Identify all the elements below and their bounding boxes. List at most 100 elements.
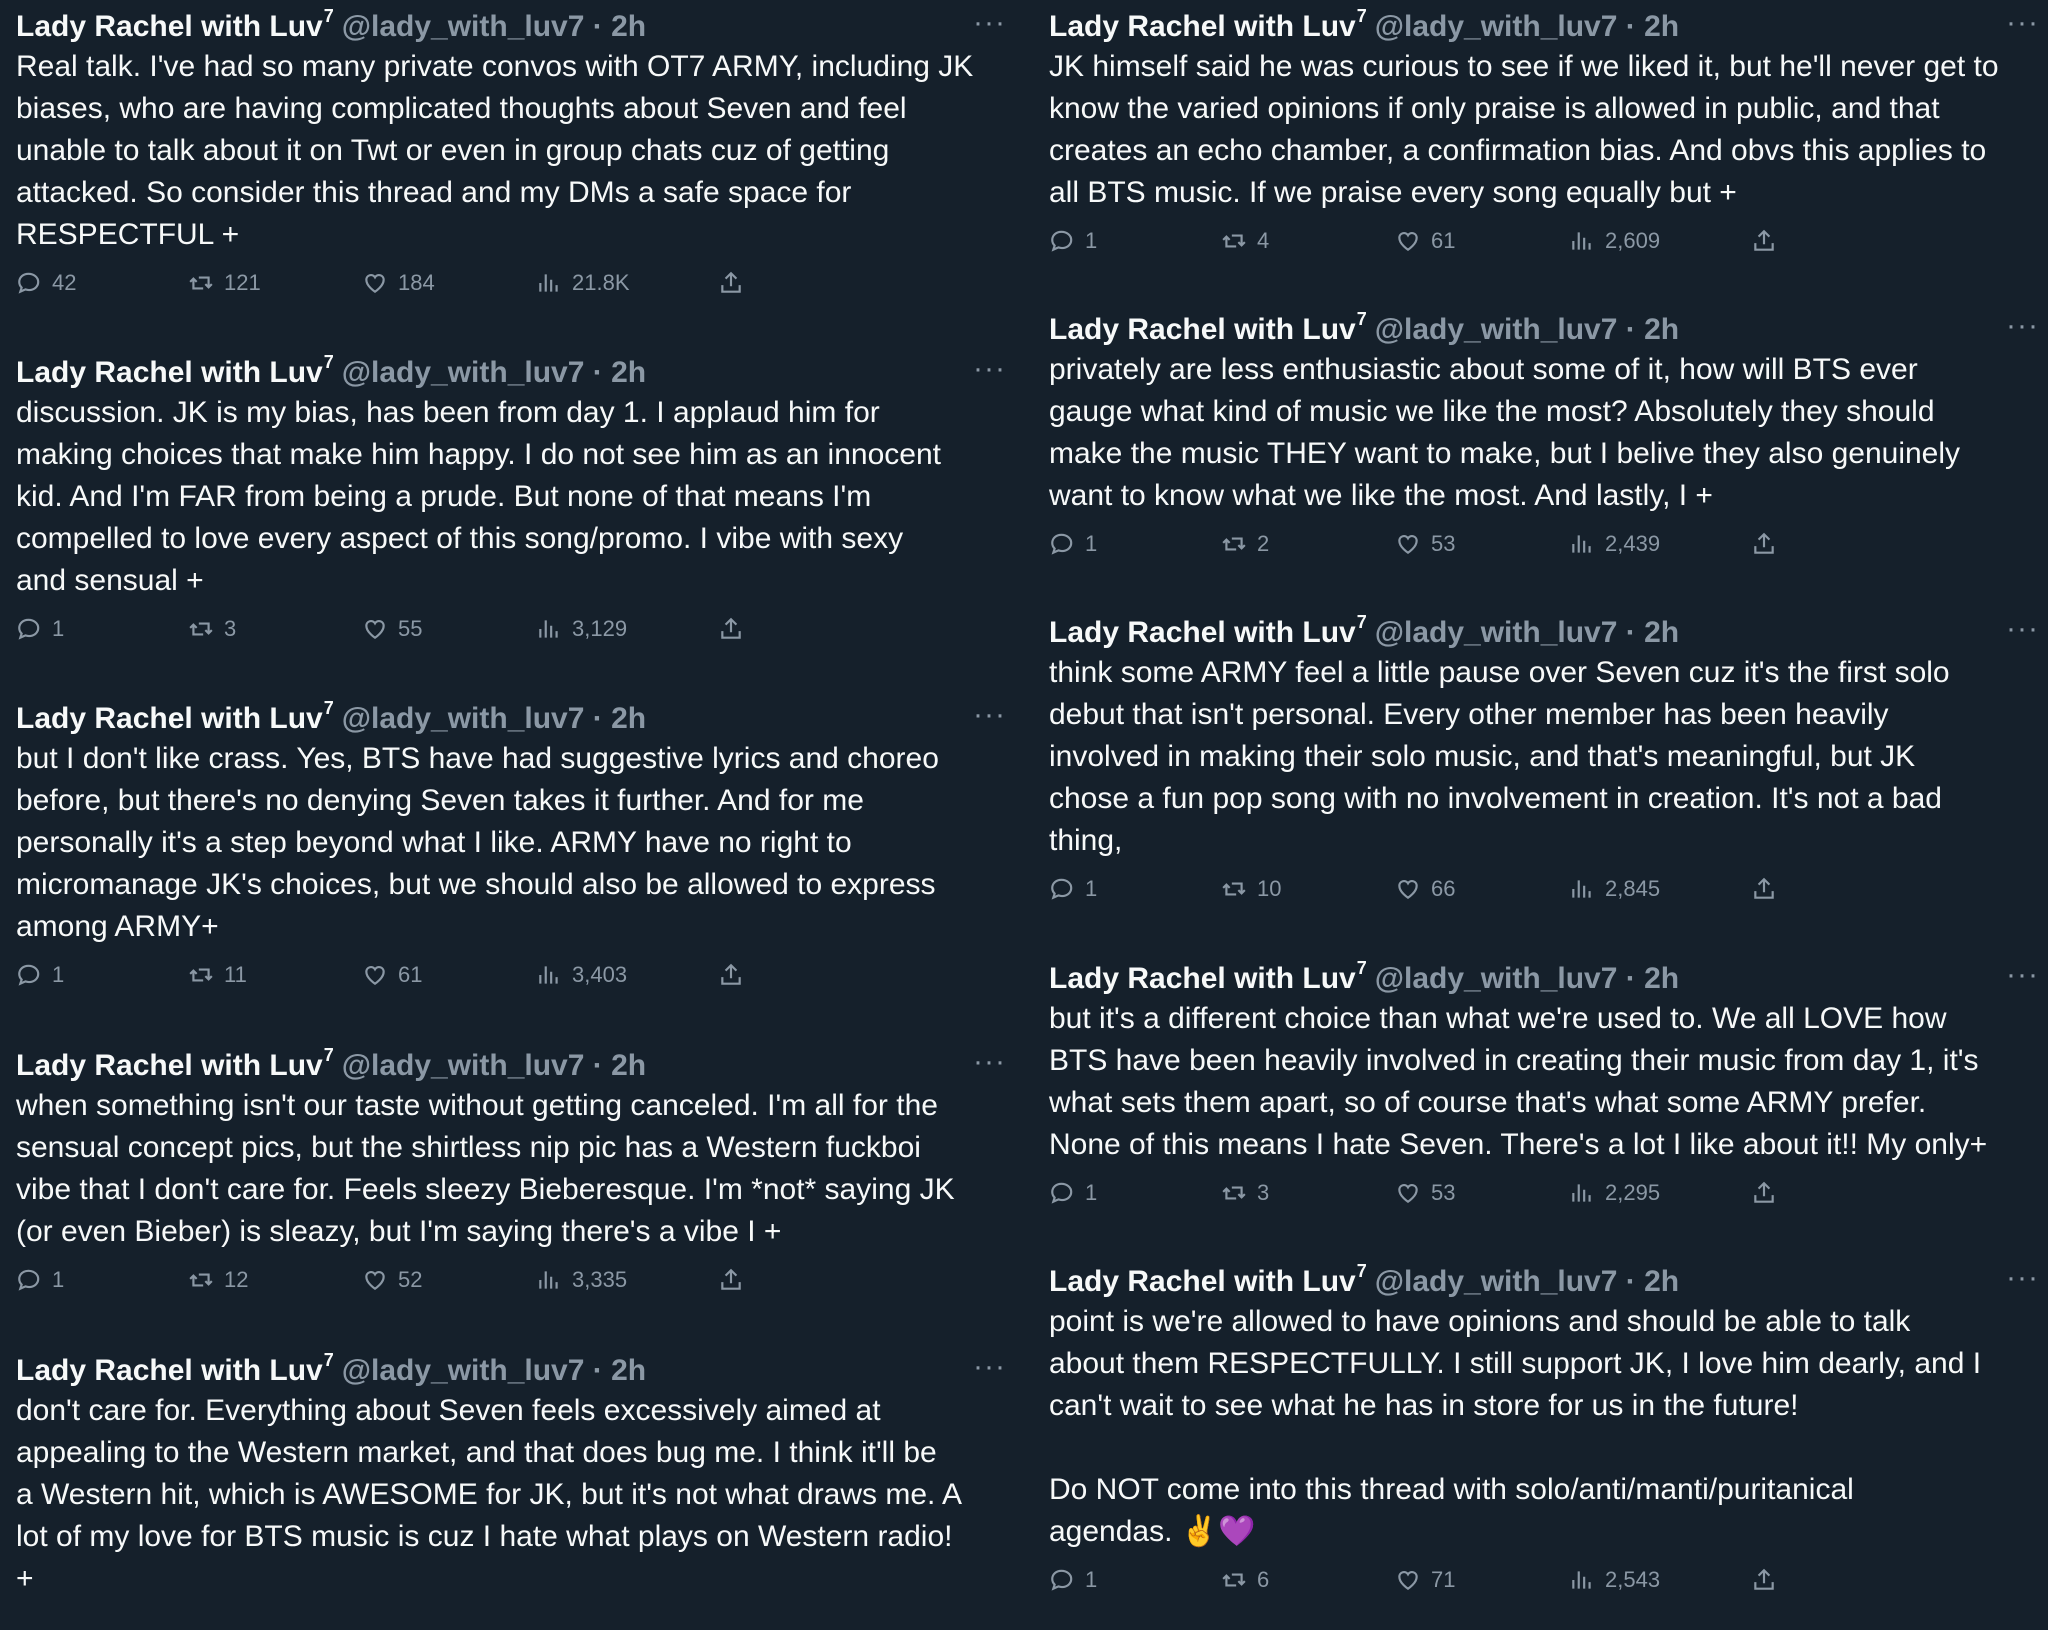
like-button[interactable]: 53 — [1395, 531, 1455, 557]
views-button[interactable]: 3,335 — [536, 1267, 627, 1293]
views-button[interactable]: 2,543 — [1569, 1567, 1660, 1593]
share-button[interactable] — [1751, 1180, 1787, 1206]
like-button[interactable]: 71 — [1395, 1567, 1455, 1593]
share-button[interactable] — [718, 1267, 754, 1293]
tweet[interactable]: Lady Rachel with Luv7 @lady_with_luv7 · 2… — [1049, 303, 2039, 571]
share-button[interactable] — [1751, 531, 1787, 557]
reply-button[interactable]: 42 — [16, 270, 76, 296]
retweet-button[interactable]: 12 — [188, 1267, 248, 1293]
reply-button[interactable]: 1 — [16, 962, 64, 988]
author-name[interactable]: Lady Rachel with Luv7 @lady_with_luv7 · 2… — [1049, 958, 1679, 996]
timestamp[interactable]: 2h — [611, 1049, 646, 1082]
more-options-icon[interactable]: ··· — [973, 1045, 1006, 1079]
like-button[interactable]: 61 — [1395, 228, 1455, 254]
timestamp[interactable]: 2h — [1644, 313, 1679, 346]
views-button[interactable]: 2,609 — [1569, 228, 1660, 254]
timestamp[interactable]: 2h — [1644, 1265, 1679, 1298]
reply-button[interactable]: 1 — [1049, 1180, 1097, 1206]
heart-icon — [1398, 1571, 1418, 1590]
tweet[interactable]: Lady Rachel with Luv7 @lady_with_luv7 · 2… — [16, 692, 1006, 1002]
author-handle[interactable]: @lady_with_luv7 · 2h — [1375, 1265, 1679, 1298]
reply-button[interactable]: 1 — [16, 616, 64, 642]
author-name[interactable]: Lady Rachel with Luv7 @lady_with_luv7 · 2… — [16, 698, 646, 736]
author-handle[interactable]: @lady_with_luv7 · 2h — [1375, 10, 1679, 43]
more-options-icon[interactable]: ··· — [973, 6, 1006, 40]
like-button[interactable]: 55 — [362, 616, 422, 642]
author-name[interactable]: Lady Rachel with Luv7 @lady_with_luv7 · 2… — [16, 1045, 646, 1083]
retweet-button[interactable]: 3 — [188, 616, 236, 642]
retweet-button[interactable]: 6 — [1221, 1567, 1269, 1593]
tweet[interactable]: Lady Rachel with Luv7 @lady_with_luv7 · 2… — [1049, 606, 2039, 916]
share-button[interactable] — [1751, 1567, 1787, 1593]
author-handle[interactable]: @lady_with_luv7 · 2h — [342, 1049, 646, 1082]
retweet-count: 12 — [224, 1267, 249, 1292]
like-button[interactable]: 66 — [1395, 876, 1455, 902]
more-options-icon[interactable]: ··· — [973, 352, 1006, 386]
author-name[interactable]: Lady Rachel with Luv7 @lady_with_luv7 · 2… — [1049, 612, 1679, 650]
tweet[interactable]: Lady Rachel with Luv7 @lady_with_luv7 · 2… — [1049, 952, 2039, 1220]
timestamp[interactable]: 2h — [611, 356, 646, 389]
author-handle[interactable]: @lady_with_luv7 · 2h — [1375, 313, 1679, 346]
share-button[interactable] — [718, 616, 754, 642]
reply-button[interactable]: 1 — [1049, 876, 1097, 902]
share-button[interactable] — [718, 270, 754, 296]
tweet[interactable]: Lady Rachel with Luv7 @lady_with_luv7 · 2… — [1049, 1255, 2039, 1607]
like-button[interactable]: 52 — [362, 1267, 422, 1293]
views-button[interactable]: 2,439 — [1569, 531, 1660, 557]
retweet-button[interactable]: 11 — [188, 962, 247, 988]
more-options-icon[interactable]: ··· — [2006, 309, 2039, 343]
author-name[interactable]: Lady Rachel with Luv7 @lady_with_luv7 · 2… — [1049, 1261, 1679, 1299]
retweet-button[interactable]: 2 — [1221, 531, 1269, 557]
timestamp[interactable]: 2h — [1644, 616, 1679, 649]
timestamp[interactable]: 2h — [611, 10, 646, 43]
author-handle[interactable]: @lady_with_luv7 · 2h — [1375, 962, 1679, 995]
retweet-button[interactable]: 10 — [1221, 876, 1281, 902]
views-button[interactable]: 21.8K — [536, 270, 630, 296]
tweet[interactable]: Lady Rachel with Luv7 @lady_with_luv7 · 2… — [16, 1039, 1006, 1307]
like-button[interactable]: 184 — [362, 270, 435, 296]
views-button[interactable]: 2,295 — [1569, 1180, 1660, 1206]
more-options-icon[interactable]: ··· — [973, 698, 1006, 732]
author-name[interactable]: Lady Rachel with Luv7 @lady_with_luv7 · 2… — [16, 6, 646, 44]
reply-button[interactable]: 1 — [1049, 1567, 1097, 1593]
views-button[interactable]: 3,403 — [536, 962, 627, 988]
more-options-icon[interactable]: ··· — [2006, 1261, 2039, 1295]
tweet[interactable]: Lady Rachel with Luv7 @lady_with_luv7 · 2… — [16, 0, 1006, 310]
author-handle[interactable]: @lady_with_luv7 · 2h — [1375, 616, 1679, 649]
author-name[interactable]: Lady Rachel with Luv7 @lady_with_luv7 · 2… — [1049, 309, 1679, 347]
author-name[interactable]: Lady Rachel with Luv7 @lady_with_luv7 · 2… — [16, 1350, 646, 1388]
tweet[interactable]: Lady Rachel with Luv7 @lady_with_luv7 · 2… — [16, 346, 1006, 656]
author-handle[interactable]: @lady_with_luv7 · 2h — [342, 702, 646, 735]
more-options-icon[interactable]: ··· — [2006, 958, 2039, 992]
timestamp[interactable]: 2h — [1644, 10, 1679, 43]
share-button[interactable] — [718, 962, 754, 988]
retweet-button[interactable]: 121 — [188, 270, 261, 296]
reply-button[interactable]: 1 — [1049, 531, 1097, 557]
retweet-button[interactable]: 3 — [1221, 1180, 1269, 1206]
timestamp[interactable]: 2h — [611, 1354, 646, 1387]
views-icon — [539, 1271, 558, 1289]
share-button[interactable] — [1751, 228, 1787, 254]
like-button[interactable]: 53 — [1395, 1180, 1455, 1206]
author-handle[interactable]: @lady_with_luv7 · 2h — [342, 356, 646, 389]
author-handle[interactable]: @lady_with_luv7 · 2h — [342, 1354, 646, 1387]
reply-button[interactable]: 1 — [1049, 228, 1097, 254]
author-name[interactable]: Lady Rachel with Luv7 @lady_with_luv7 · 2… — [1049, 6, 1679, 44]
tweet[interactable]: Lady Rachel with Luv7 @lady_with_luv7 · 2… — [16, 1344, 1006, 1600]
author-handle[interactable]: @lady_with_luv7 · 2h — [342, 10, 646, 43]
views-button[interactable]: 2,845 — [1569, 876, 1660, 902]
views-button[interactable]: 3,129 — [536, 616, 627, 642]
share-button[interactable] — [1751, 876, 1787, 902]
tweet[interactable]: Lady Rachel with Luv7 @lady_with_luv7 · 2… — [1049, 0, 2039, 268]
like-button[interactable]: 61 — [362, 962, 422, 988]
timestamp[interactable]: 2h — [611, 702, 646, 735]
more-options-icon[interactable]: ··· — [2006, 6, 2039, 40]
reply-button[interactable]: 1 — [16, 1267, 64, 1293]
timestamp[interactable]: 2h — [1644, 962, 1679, 995]
view-count: 21.8K — [572, 270, 630, 295]
tweet-actions: 1 4 61 2,609 — [1049, 228, 2039, 268]
author-name[interactable]: Lady Rachel with Luv7 @lady_with_luv7 · 2… — [16, 352, 646, 390]
more-options-icon[interactable]: ··· — [2006, 612, 2039, 646]
retweet-button[interactable]: 4 — [1221, 228, 1269, 254]
more-options-icon[interactable]: ··· — [973, 1350, 1006, 1384]
